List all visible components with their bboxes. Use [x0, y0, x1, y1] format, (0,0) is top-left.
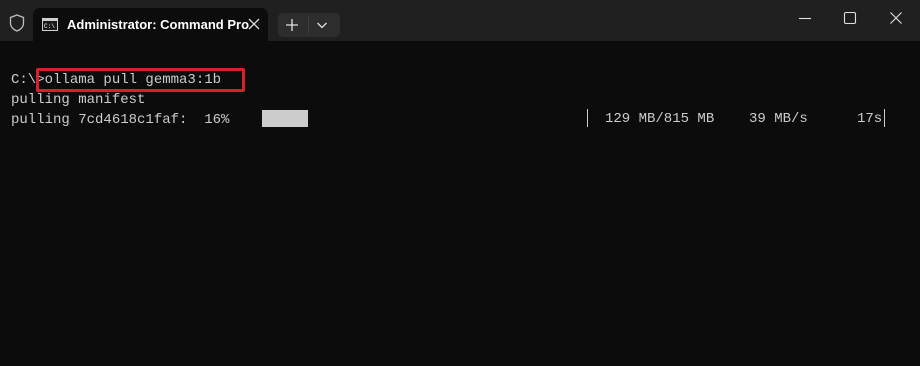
download-speed: 39 MB/s: [749, 111, 808, 127]
title-bar: C:\ Administrator: Command Pro: [0, 0, 920, 41]
plus-icon[interactable]: [285, 18, 299, 32]
new-tab-divider: [308, 16, 309, 34]
download-size: 129 MB/815 MB: [605, 111, 715, 127]
progress-bar-fill: [262, 110, 308, 127]
terminal-window: C:\ Administrator: Command Pro C:\>ollam…: [0, 0, 920, 366]
minimize-icon[interactable]: [797, 10, 813, 26]
command-highlight-box: [36, 68, 245, 92]
output-line-manifest: pulling manifest: [11, 92, 146, 108]
new-tab-group: [278, 13, 340, 37]
output-line-pulling: pulling 7cd4618c1faf: 16%: [11, 112, 230, 128]
command-prompt-icon: C:\: [42, 18, 58, 31]
tab-title: Administrator: Command Pro: [67, 17, 250, 32]
text-cursor: [884, 109, 885, 127]
svg-text:C:\: C:\: [44, 23, 55, 30]
maximize-icon[interactable]: [842, 10, 858, 26]
close-window-icon[interactable]: [888, 10, 904, 26]
chevron-down-icon[interactable]: [316, 20, 328, 30]
progress-bar-end: [587, 109, 588, 127]
tab-command-prompt[interactable]: C:\ Administrator: Command Pro: [33, 8, 268, 41]
shield-icon: [9, 14, 25, 32]
download-eta: 17s: [857, 111, 883, 127]
close-tab-icon[interactable]: [247, 17, 261, 31]
